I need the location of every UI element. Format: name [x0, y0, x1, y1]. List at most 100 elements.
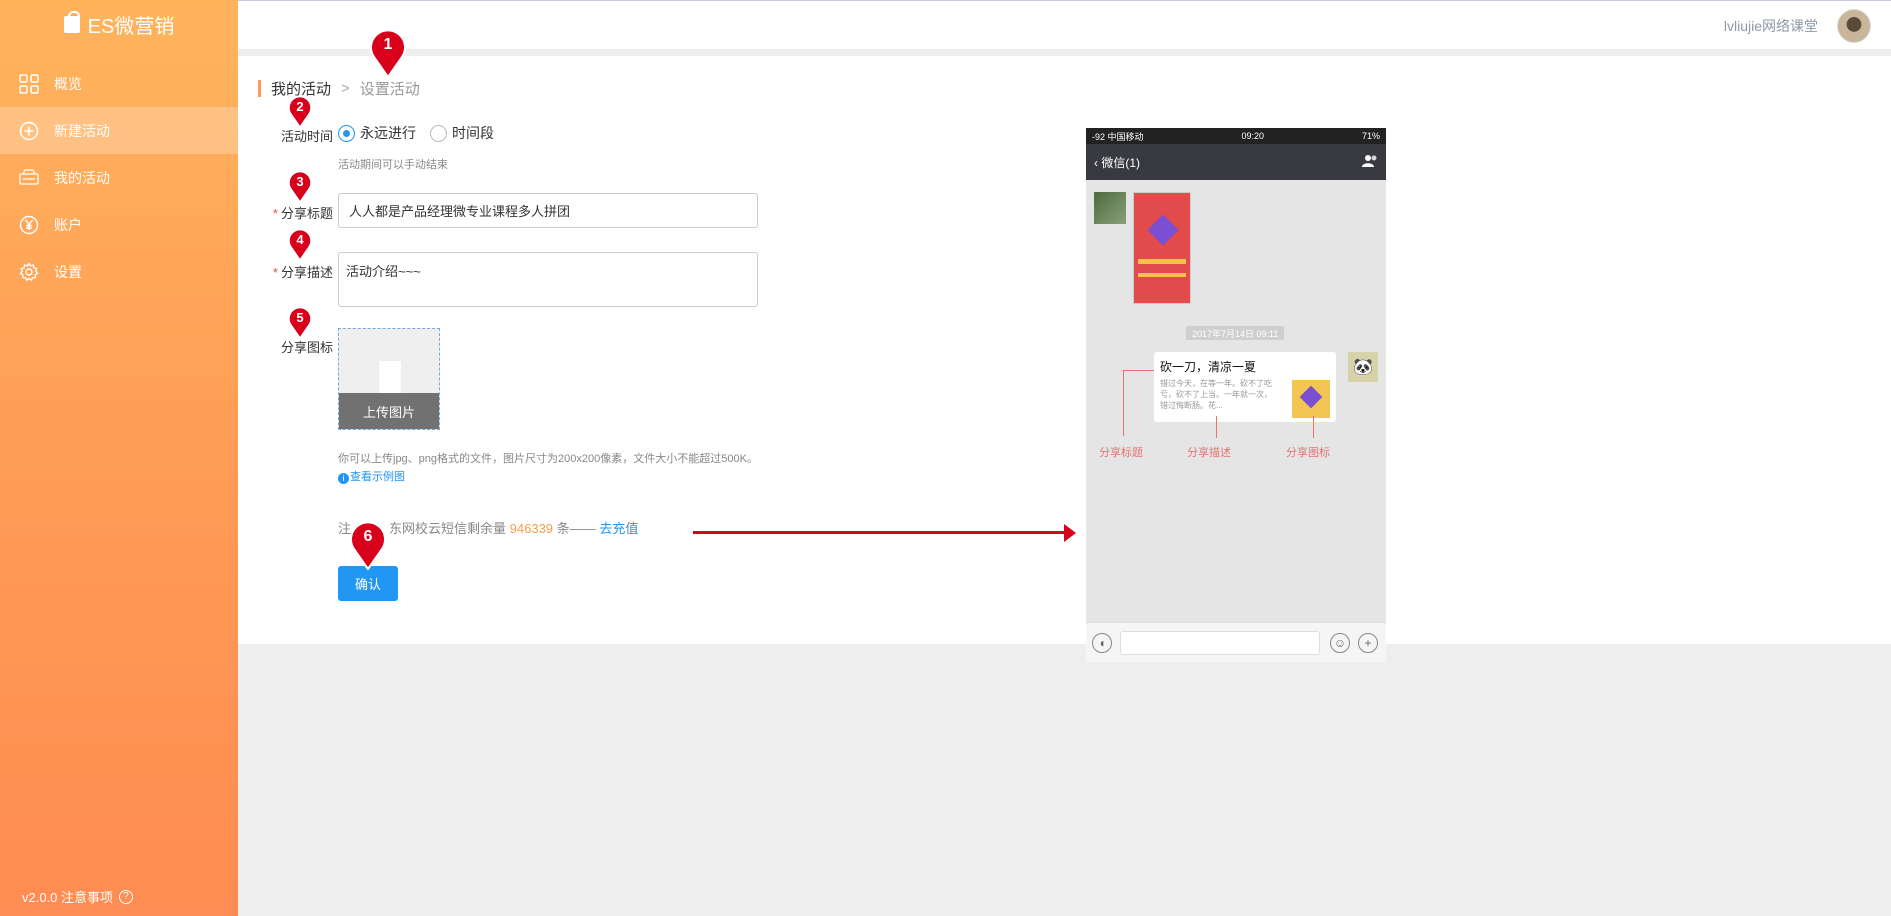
breadcrumb: 我的活动 > 设置活动 — [258, 80, 420, 98]
upload-note: 你可以上传jpg、png格式的文件，图片尺寸为200x200像素，文件大小不能超… — [338, 450, 768, 486]
sidebar-item-label: 账户 — [54, 216, 82, 233]
marker-3: 3 — [287, 169, 313, 203]
confirm-button[interactable]: 确认 — [338, 566, 398, 601]
marker-number: 1 — [383, 36, 393, 53]
share-desc-textarea[interactable]: 活动介绍~~~ — [338, 252, 758, 307]
version-notes[interactable]: v2.0.0 注意事项 — [22, 887, 113, 906]
recharge-link[interactable]: 去充值 — [599, 521, 638, 536]
phone-preview: -92 中国移动 09:20 71% ‹ 微信(1) 2017年7月14日 09… — [1086, 128, 1386, 662]
upload-image-button[interactable]: 上传图片 — [339, 393, 439, 429]
wechat-back-title: 微信(1) — [1101, 155, 1141, 170]
wechat-back: ‹ 微信(1) — [1094, 154, 1140, 171]
screenshot-message — [1133, 192, 1191, 304]
diamond-icon — [1147, 214, 1179, 246]
sidebar-item-label: 我的活动 — [54, 169, 110, 186]
battery-text: 71% — [1361, 131, 1380, 141]
callout-share-title: 分享标题 — [1099, 447, 1143, 459]
callout-share-desc: 分享描述 — [1187, 447, 1231, 459]
sidebar-item-account[interactable]: 账户 — [0, 201, 238, 248]
user-name[interactable]: lvliujie网络课堂 — [1724, 16, 1818, 36]
activity-time-hint: 活动期间可以手动结束 — [338, 159, 448, 171]
sidebar-item-label: 新建活动 — [54, 122, 110, 139]
help-icon[interactable]: ? — [119, 889, 134, 904]
share-title-label: * 分享标题 — [238, 203, 333, 222]
upload-image-box[interactable]: 上传图片 — [338, 328, 440, 430]
sidebar: ES微营销 概览 新建活动 我的活动 账户 设置 v2.0.0 注意事项 ? — [0, 0, 238, 916]
shopping-bag-icon — [63, 10, 80, 33]
marker-number: 2 — [296, 99, 304, 114]
sidebar-item-new-activity[interactable]: 新建活动 — [0, 107, 238, 154]
main-panel: 我的活动 > 设置活动 活动时间 永远进行 时间段 活动期间可以手动结束 * 分享… — [238, 56, 1891, 662]
sidebar-item-settings[interactable]: 设置 — [0, 248, 238, 295]
sidebar-footer[interactable]: v2.0.0 注意事项 ? — [22, 887, 134, 906]
top-bar: lvliujie网络课堂 — [238, 0, 1891, 50]
sidebar-item-my-activities[interactable]: 我的活动 — [0, 154, 238, 201]
radio-forever[interactable] — [338, 124, 355, 142]
marker-number: 4 — [296, 232, 304, 247]
share-card-thumbnail — [1292, 380, 1330, 418]
add-icon: + — [1358, 633, 1378, 653]
sms-middle: 东网校云短信剩余量 — [389, 521, 507, 536]
marker-5: 5 — [287, 305, 313, 339]
marker-number: 5 — [296, 310, 304, 325]
radio-period[interactable] — [430, 124, 447, 142]
required-mark: * — [272, 206, 278, 221]
radio-period-label[interactable]: 时间段 — [452, 123, 494, 143]
avatar[interactable] — [1837, 9, 1871, 43]
callout-line — [1313, 416, 1314, 438]
marker-2: 2 — [287, 94, 313, 128]
placeholder-image-icon — [379, 361, 401, 393]
callout-line — [1123, 370, 1124, 436]
emoji-icon: ☺ — [1330, 633, 1350, 653]
sale-tag-icon — [18, 167, 40, 189]
activity-time-label: 活动时间 — [280, 129, 333, 144]
sidebar-item-overview[interactable]: 概览 — [0, 60, 238, 107]
required-mark: * — [272, 265, 278, 280]
view-example-text[interactable]: 查看示例图 — [350, 471, 405, 483]
grid-icon — [18, 73, 40, 95]
callout-line — [1216, 416, 1217, 438]
callout-line — [1123, 370, 1154, 371]
share-card-message: 砍一刀，清凉一夏 错过今天，在等一年。砍不了吃亏，砍不了上当。一年就一次，错过悔… — [1154, 352, 1336, 422]
brand[interactable]: ES微营销 — [0, 0, 238, 48]
marker-number: 6 — [363, 528, 373, 545]
wechat-input-field — [1120, 631, 1320, 655]
callout-share-icon: 分享图标 — [1286, 447, 1330, 459]
sidebar-item-label: 设置 — [54, 263, 82, 280]
gear-icon — [18, 261, 40, 283]
sidebar-nav: 概览 新建活动 我的活动 账户 设置 — [0, 60, 238, 295]
marker-6: 6 — [348, 518, 388, 570]
contact-avatar — [1094, 192, 1126, 224]
breadcrumb-current: 设置活动 — [359, 81, 420, 98]
arrow-line — [693, 531, 1065, 534]
share-title-label-text: 分享标题 — [280, 206, 333, 221]
radio-forever-label[interactable]: 永远进行 — [360, 123, 416, 143]
marker-4: 4 — [287, 227, 313, 261]
plus-circle-icon — [18, 120, 40, 142]
contacts-icon — [1362, 154, 1378, 171]
arrow-head — [1064, 524, 1076, 542]
share-title-input[interactable] — [338, 193, 758, 228]
own-avatar: 🐼 — [1348, 352, 1378, 382]
upload-note-text: 你可以上传jpg、png格式的文件，图片尺寸为200x200像素，文件大小不能超… — [338, 453, 758, 465]
sms-count: 946339 — [509, 521, 554, 536]
share-card-desc: 错过今天，在等一年。砍不了吃亏，砍不了上当。一年就一次，错过悔断肠。花... — [1160, 379, 1272, 410]
view-example-link[interactable]: i 查看示例图 — [338, 471, 405, 484]
info-icon: i — [338, 472, 349, 484]
voice-icon: ◖ — [1092, 633, 1112, 653]
banner-stripe — [1138, 259, 1186, 264]
share-card-title: 砍一刀，清凉一夏 — [1160, 360, 1257, 374]
banner-stripe — [1138, 273, 1186, 277]
sidebar-item-label: 概览 — [54, 75, 82, 92]
yen-circle-icon — [18, 214, 40, 236]
message-timestamp: 2017年7月14日 09:11 — [1186, 326, 1285, 340]
share-icon-label: 分享图标 — [280, 340, 333, 355]
phone-status-bar: -92 中国移动 09:20 71% — [1086, 128, 1386, 144]
sms-suffix: 条—— — [556, 521, 596, 536]
wechat-header: ‹ 微信(1) — [1086, 144, 1386, 180]
marker-1: 1 — [368, 26, 408, 78]
share-desc-label: * 分享描述 — [238, 262, 333, 281]
carrier-text: -92 中国移动 — [1092, 131, 1144, 142]
breadcrumb-separator: > — [341, 80, 350, 97]
share-desc-label-text: 分享描述 — [280, 265, 333, 280]
